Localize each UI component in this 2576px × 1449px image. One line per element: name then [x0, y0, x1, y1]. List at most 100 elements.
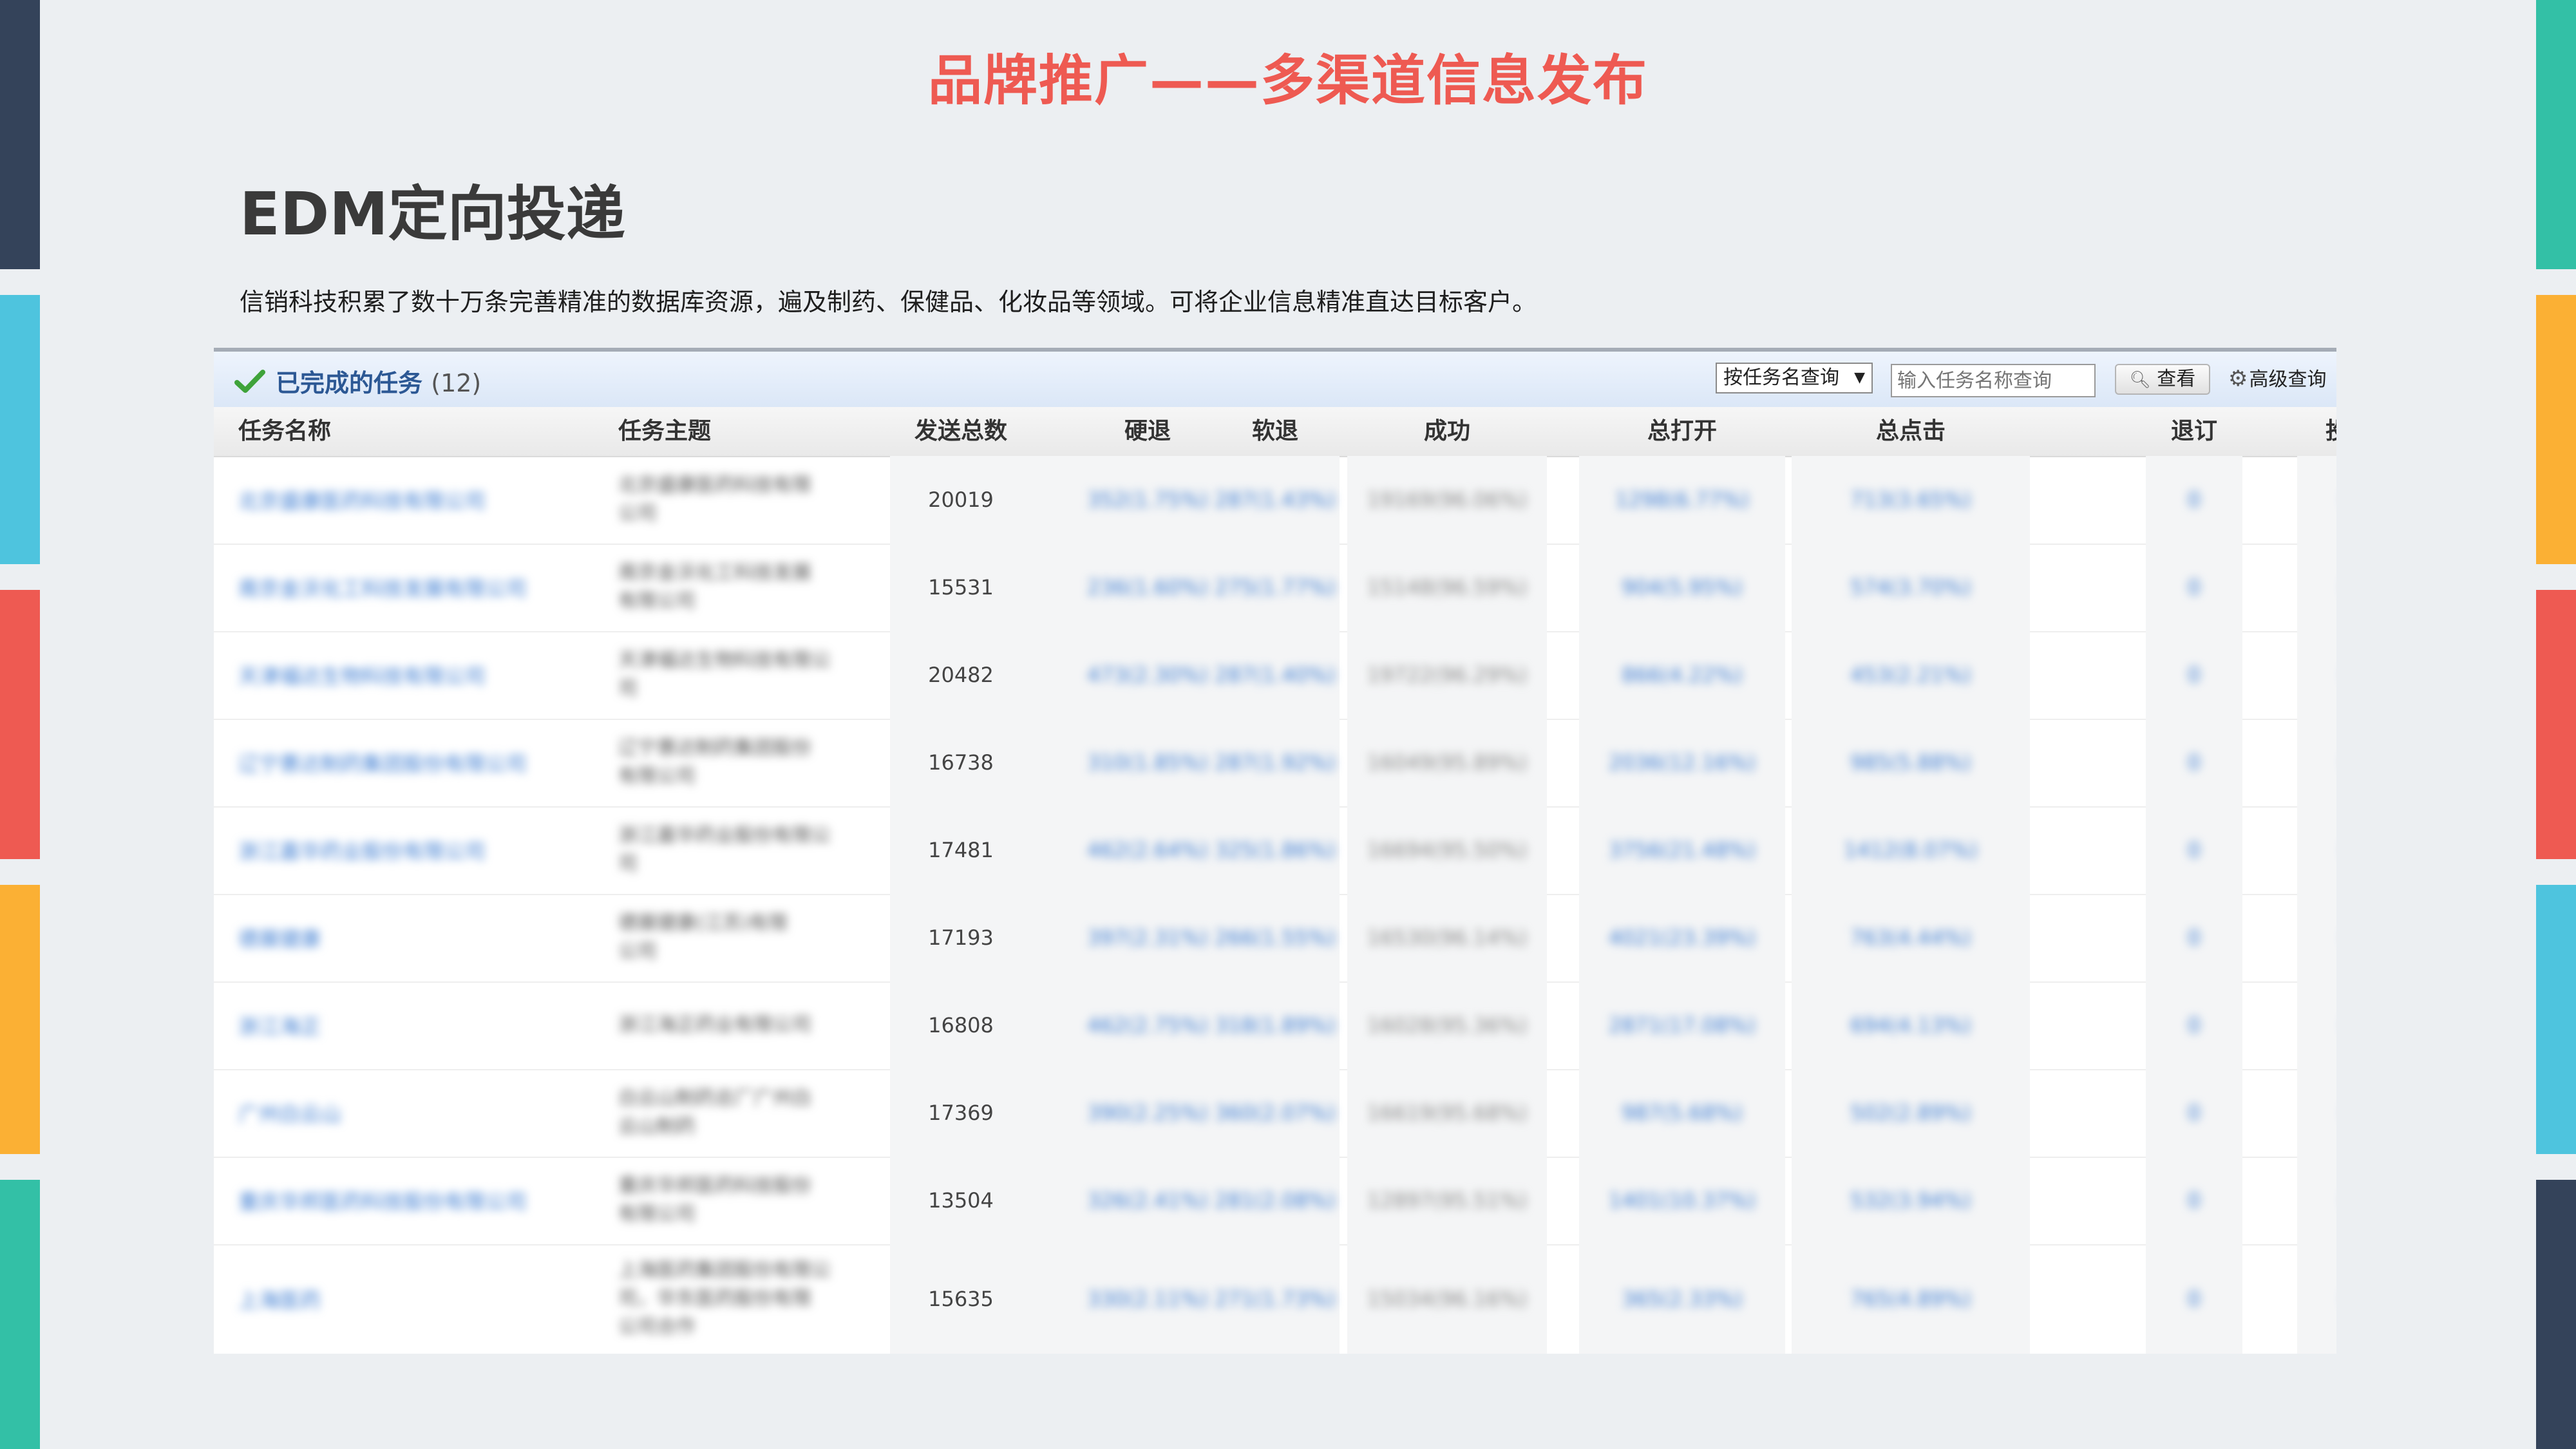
click-link[interactable]: 694(4.13%) [1792, 1013, 2030, 1037]
open-link[interactable]: 1401(10.37%) [1579, 1188, 1785, 1213]
soft-link[interactable]: 287(1.40%) [1211, 663, 1340, 687]
hard-link[interactable]: 473(2.30%) [1083, 663, 1212, 687]
task-name-link[interactable]: 浙江海正 [238, 1010, 599, 1040]
soft-link[interactable]: 281(2.08%) [1211, 1188, 1340, 1213]
complaint-link[interactable]: 0 [2297, 1287, 2336, 1311]
column-header[interactable]: 任务名称 [238, 407, 599, 456]
unsub-link[interactable]: 0 [2146, 925, 2242, 950]
hard-link[interactable]: 390(2.25%) [1083, 1101, 1212, 1125]
task-search-input[interactable] [1891, 364, 2096, 397]
unsub-link[interactable]: 0 [2146, 838, 2242, 862]
click-link[interactable]: 985(5.88%) [1792, 750, 2030, 775]
table-row: 上海医药 上海医药集团股份有限公 司，华东医药股份有限 公司合作 15635 330(2.… [214, 1244, 2336, 1354]
complaint-link[interactable]: 0 [2297, 488, 2336, 512]
hard-link[interactable]: 462(2.75%) [1083, 1013, 1212, 1037]
task-name-link[interactable]: 重庆华邦医药科技股份有限公司 [238, 1186, 599, 1215]
column-header[interactable]: 发送总数 [884, 407, 1038, 456]
left-bar-4 [0, 885, 40, 1154]
task-name-link[interactable]: 天津福达生物科技有限公司 [238, 660, 599, 690]
hard-link[interactable]: 462(2.64%) [1083, 838, 1212, 862]
click-link[interactable]: 532(3.94%) [1792, 1188, 2030, 1213]
advanced-query-link[interactable]: ⚙高级查询 [2228, 363, 2326, 396]
open-link[interactable]: 1298(6.77%) [1579, 488, 1785, 512]
hard-link[interactable]: 326(2.41%) [1083, 1188, 1212, 1213]
unsub-link[interactable]: 0 [2146, 663, 2242, 687]
task-theme-line: 司，华东医药股份有限 [618, 1287, 811, 1310]
soft-link[interactable]: 360(2.07%) [1211, 1101, 1340, 1125]
complaint-link[interactable]: 0 [2297, 1101, 2336, 1125]
hard-link[interactable]: 352(1.75%) [1083, 488, 1212, 512]
search-button-label: 查看 [2157, 368, 2196, 390]
soft-link[interactable]: 325(1.86%) [1211, 838, 1340, 862]
soft-link[interactable]: 275(1.77%) [1211, 575, 1340, 600]
click-link[interactable]: 574(3.70%) [1792, 575, 2030, 600]
task-name-link[interactable]: 广州白云山 [238, 1098, 599, 1128]
soft-link[interactable]: 318(1.89%) [1211, 1013, 1340, 1037]
task-name-link[interactable]: 北京盛康医药科技有限公司 [238, 485, 599, 515]
open-link[interactable]: 4021(23.39%) [1579, 925, 1785, 950]
soft-link[interactable]: 287(1.92%) [1211, 750, 1340, 775]
soft-link[interactable]: 287(1.43%) [1211, 488, 1340, 512]
open-link[interactable]: 3756(21.48%) [1579, 838, 1785, 862]
success-cell: 16530(96.14%) [1367, 925, 1528, 950]
click-link[interactable]: 1412(8.07%) [1792, 838, 2030, 862]
unsub-link[interactable]: 0 [2146, 1188, 2242, 1213]
column-header[interactable]: 成功 [1347, 407, 1547, 456]
open-link[interactable]: 904(5.95%) [1579, 575, 1785, 600]
unsub-link[interactable]: 0 [2146, 750, 2242, 775]
task-name-link[interactable]: 德展健康 [238, 923, 599, 952]
click-link[interactable]: 765(4.89%) [1792, 1287, 2030, 1311]
open-link[interactable]: 2036(12.16%) [1579, 750, 1785, 775]
complaint-link[interactable]: 0 [2297, 925, 2336, 950]
task-theme-line: 公司合作 [618, 1316, 696, 1338]
column-header[interactable]: 退订 [2146, 407, 2242, 456]
complaint-link[interactable]: 0 [2297, 575, 2336, 600]
complaint-link[interactable]: 0 [2297, 838, 2336, 862]
hard-link[interactable]: 330(2.11%) [1083, 1287, 1212, 1311]
click-link[interactable]: 713(3.65%) [1792, 488, 2030, 512]
click-link[interactable]: 502(2.89%) [1792, 1101, 2030, 1125]
left-bar-3 [0, 590, 40, 859]
open-link[interactable]: 2871(17.08%) [1579, 1013, 1785, 1037]
open-link[interactable]: 987(5.68%) [1579, 1101, 1785, 1125]
unsub-link[interactable]: 0 [2146, 1013, 2242, 1037]
column-header[interactable]: 任务主题 [618, 407, 850, 456]
success-cell: 16028(95.36%) [1367, 1013, 1528, 1037]
column-header[interactable]: 硬退 [1083, 407, 1212, 456]
open-link[interactable]: 866(4.22%) [1579, 663, 1785, 687]
hard-link[interactable]: 236(1.60%) [1083, 575, 1212, 600]
complaint-link[interactable]: 0 [2297, 1013, 2336, 1037]
click-link[interactable]: 763(4.44%) [1792, 925, 2030, 950]
unsub-link[interactable]: 0 [2146, 1101, 2242, 1125]
unsub-link[interactable]: 0 [2146, 575, 2242, 600]
right-bar-5 [2536, 1180, 2576, 1449]
task-name-link[interactable]: 上海医药 [238, 1284, 599, 1314]
click-link[interactable]: 453(2.21%) [1792, 663, 2030, 687]
send-total-cell: 20019 [928, 488, 994, 512]
complaint-link[interactable]: 0 [2297, 663, 2336, 687]
table-row: 南京金沃化工科技发展有限公司 南京金沃化工科技发展 有限公司 15531 236(1.6… [214, 544, 2336, 632]
column-header[interactable]: 软退 [1211, 407, 1340, 456]
task-theme-cell: 重庆华邦医药科技股份 有限公司 [618, 1172, 850, 1229]
open-link[interactable]: 365(2.33%) [1579, 1287, 1785, 1311]
column-header[interactable]: 投诉 [2297, 407, 2336, 456]
column-header[interactable]: 总点击 [1792, 407, 2030, 456]
task-theme-line: 浙江海正药业有限公司 [618, 1014, 811, 1036]
unsub-link[interactable]: 0 [2146, 488, 2242, 512]
complaint-link[interactable]: 0 [2297, 750, 2336, 775]
task-name-link[interactable]: 浙江嘉华药业股份有限公司 [238, 835, 599, 865]
soft-link[interactable]: 266(1.55%) [1211, 925, 1340, 950]
complaint-link[interactable]: 0 [2297, 1188, 2336, 1213]
soft-link[interactable]: 271(1.73%) [1211, 1287, 1340, 1311]
send-total-cell: 15635 [928, 1287, 994, 1311]
hard-link[interactable]: 310(1.85%) [1083, 750, 1212, 775]
column-header[interactable]: 总打开 [1579, 407, 1785, 456]
task-name-link[interactable]: 南京金沃化工科技发展有限公司 [238, 573, 599, 602]
table-row: 浙江海正 浙江海正药业有限公司 16808 462(2.75%) 318(1.89%) 1… [214, 981, 2336, 1070]
unsub-link[interactable]: 0 [2146, 1287, 2242, 1311]
filter-select[interactable]: 按任务名查询 ▼ [1716, 363, 1873, 393]
success-cell: 16049(95.89%) [1367, 750, 1528, 775]
hard-link[interactable]: 397(2.31%) [1083, 925, 1212, 950]
task-name-link[interactable]: 辽宁惠达制药集团股份有限公司 [238, 748, 599, 777]
search-button[interactable]: 🔍︎ 查看 [2115, 364, 2210, 395]
